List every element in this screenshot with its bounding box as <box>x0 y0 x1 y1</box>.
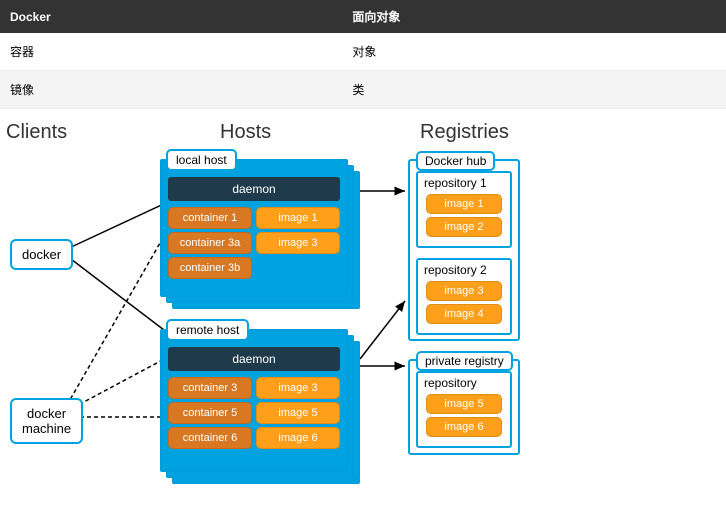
repository-box: repository 2 image 3 image 4 <box>416 258 512 335</box>
table-row: 镜像 类 <box>0 71 726 109</box>
image-chip: image 6 <box>256 427 340 449</box>
image-chip: image 3 <box>256 377 340 399</box>
local-daemon: daemon <box>168 177 340 201</box>
image-chip: image 3 <box>256 232 340 254</box>
container-chip: container 3 <box>168 377 252 399</box>
local-host-stack: local host daemon container 1 image 1 co… <box>160 159 360 309</box>
image-chip: image 1 <box>256 207 340 229</box>
repo-title: repository 2 <box>424 263 487 277</box>
container-chip: container 3b <box>168 257 252 279</box>
image-pill: image 2 <box>426 217 502 237</box>
remote-daemon: daemon <box>168 347 340 371</box>
image-pill: image 4 <box>426 304 502 324</box>
private-registry-box: private registry repository image 5 imag… <box>408 359 520 455</box>
repo-title: repository <box>424 376 477 390</box>
remote-host-label: remote host <box>166 319 249 341</box>
remote-host-stack: remote host daemon container 3 image 3 c… <box>160 329 360 484</box>
container-chip: container 5 <box>168 402 252 424</box>
docker-hub-label: Docker hub <box>416 151 495 171</box>
col-hosts: Hosts <box>220 121 271 144</box>
col-registries: Registries <box>420 121 509 144</box>
docker-hub-box: Docker hub repository 1 image 1 image 2 … <box>408 159 520 341</box>
image-pill: image 5 <box>426 394 502 414</box>
local-host-label: local host <box>166 149 237 171</box>
image-pill: image 6 <box>426 417 502 437</box>
table-row: 容器 对象 <box>0 33 726 71</box>
th-docker: Docker <box>0 0 342 33</box>
connector-arrows <box>0 111 726 517</box>
image-pill: image 1 <box>426 194 502 214</box>
repository-box: repository image 5 image 6 <box>416 371 512 448</box>
col-clients: Clients <box>6 121 67 144</box>
image-pill: image 3 <box>426 281 502 301</box>
th-oop: 面向对象 <box>342 0 726 33</box>
private-registry-label: private registry <box>416 351 513 371</box>
repo-title: repository 1 <box>424 176 487 190</box>
comparison-table: Docker 面向对象 容器 对象 镜像 类 <box>0 0 726 109</box>
client-docker: docker <box>10 239 73 270</box>
container-chip: container 6 <box>168 427 252 449</box>
repository-box: repository 1 image 1 image 2 <box>416 171 512 248</box>
container-chip: container 1 <box>168 207 252 229</box>
container-chip: container 3a <box>168 232 252 254</box>
architecture-diagram: Clients Hosts Registries docker docker m… <box>0 111 726 517</box>
client-docker-machine: docker machine <box>10 398 83 444</box>
image-chip: image 5 <box>256 402 340 424</box>
